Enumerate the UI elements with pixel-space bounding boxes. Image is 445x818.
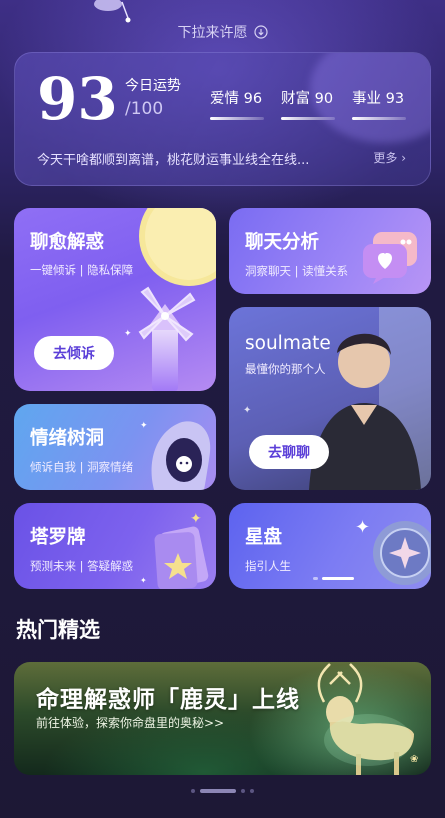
svg-text:✦: ✦ bbox=[243, 405, 251, 416]
tree-hole-subtitle: 倾诉自我 | 洞察情绪 bbox=[30, 460, 134, 474]
metric-wealth: 财富 90 bbox=[281, 87, 335, 120]
fortune-description: 今天干啥都顺到离谱，桃花财运事业线全在线... bbox=[37, 153, 310, 168]
home-page: 下拉来许愿 93 今日运势 /100 爱情 96 财富 90 事业 93 今天干… bbox=[0, 0, 445, 818]
astro-subtitle: 指引人生 bbox=[245, 559, 291, 573]
fortune-max: /100 bbox=[125, 99, 164, 119]
tarot-subtitle: 预测未来 | 答疑解惑 bbox=[30, 559, 134, 573]
tree-hole-title: 情绪树洞 bbox=[30, 428, 105, 449]
metric-love: 爱情 96 bbox=[210, 87, 264, 120]
fortune-score: 93 bbox=[37, 65, 118, 133]
go-chat-button[interactable]: 去聊聊 bbox=[249, 435, 329, 469]
healing-title: 聊愈解惑 bbox=[30, 232, 105, 253]
chevron-right-icon: › bbox=[401, 151, 406, 165]
pull-to-wish-hint[interactable]: 下拉来许愿 bbox=[0, 22, 445, 42]
featured-banner[interactable]: ❀ 命理解惑师「鹿灵」上线 前往体验，探索你命盘里的奥秘>> bbox=[14, 662, 431, 775]
hot-picks-title: 热门精选 bbox=[16, 618, 100, 642]
astro-carousel-indicator bbox=[313, 577, 354, 580]
card-chat-analysis[interactable]: 聊天分析 洞察聊天 | 读懂关系 bbox=[229, 208, 431, 294]
daily-fortune-card[interactable]: 93 今日运势 /100 爱情 96 财富 90 事业 93 今天干啥都顺到离谱… bbox=[14, 52, 431, 186]
svg-text:✦: ✦ bbox=[355, 517, 370, 538]
fortune-more-link[interactable]: 更多 › bbox=[373, 149, 406, 166]
svg-text:❀: ❀ bbox=[410, 754, 418, 765]
go-talk-button[interactable]: 去倾诉 bbox=[34, 336, 114, 370]
chat-analysis-subtitle: 洞察聊天 | 读懂关系 bbox=[245, 264, 349, 278]
svg-text:✦: ✦ bbox=[190, 511, 202, 527]
svg-text:✦: ✦ bbox=[140, 576, 147, 585]
svg-text:✦: ✦ bbox=[140, 421, 148, 431]
card-healing[interactable]: ✦ 聊愈解惑 一键倾诉 | 隐私保障 去倾诉 bbox=[14, 208, 216, 391]
card-emotion-tree-hole[interactable]: ✦ 情绪树洞 倾诉自我 | 洞察情绪 bbox=[14, 404, 216, 490]
glowing-deer-illustration: ❀ bbox=[317, 663, 418, 775]
astro-title: 星盘 bbox=[245, 527, 283, 548]
banner-subtitle[interactable]: 前往体验，探索你命盘里的奥秘>> bbox=[36, 714, 224, 731]
soulmate-title: soulmate bbox=[245, 333, 331, 354]
svg-text:✦: ✦ bbox=[124, 329, 132, 339]
card-soulmate[interactable]: ✦ soulmate 最懂你的那个人 去聊聊 bbox=[229, 307, 431, 490]
chat-analysis-title: 聊天分析 bbox=[245, 232, 320, 253]
pull-hint-label: 下拉来许愿 bbox=[177, 25, 248, 41]
healing-subtitle: 一键倾诉 | 隐私保障 bbox=[30, 263, 134, 277]
tarot-title: 塔罗牌 bbox=[30, 527, 86, 548]
metric-career: 事业 93 bbox=[352, 87, 406, 120]
banner-title: 命理解惑师「鹿灵」上线 bbox=[36, 687, 300, 713]
tarot-cards-icon: ✦ ✦ bbox=[140, 511, 209, 589]
astrolabe-icon: ✦ bbox=[355, 517, 431, 585]
tree-hole-ghost-icon: ✦ bbox=[140, 421, 211, 490]
fortune-label: 今日运势 bbox=[125, 78, 181, 94]
soulmate-subtitle: 最懂你的那个人 bbox=[245, 362, 326, 376]
chat-bubble-heart-icon bbox=[363, 232, 417, 284]
arrow-down-circle-icon bbox=[253, 25, 268, 39]
banner-carousel-indicator bbox=[0, 789, 445, 793]
card-tarot[interactable]: ✦ ✦ 塔罗牌 预测未来 | 答疑解惑 bbox=[14, 503, 216, 589]
